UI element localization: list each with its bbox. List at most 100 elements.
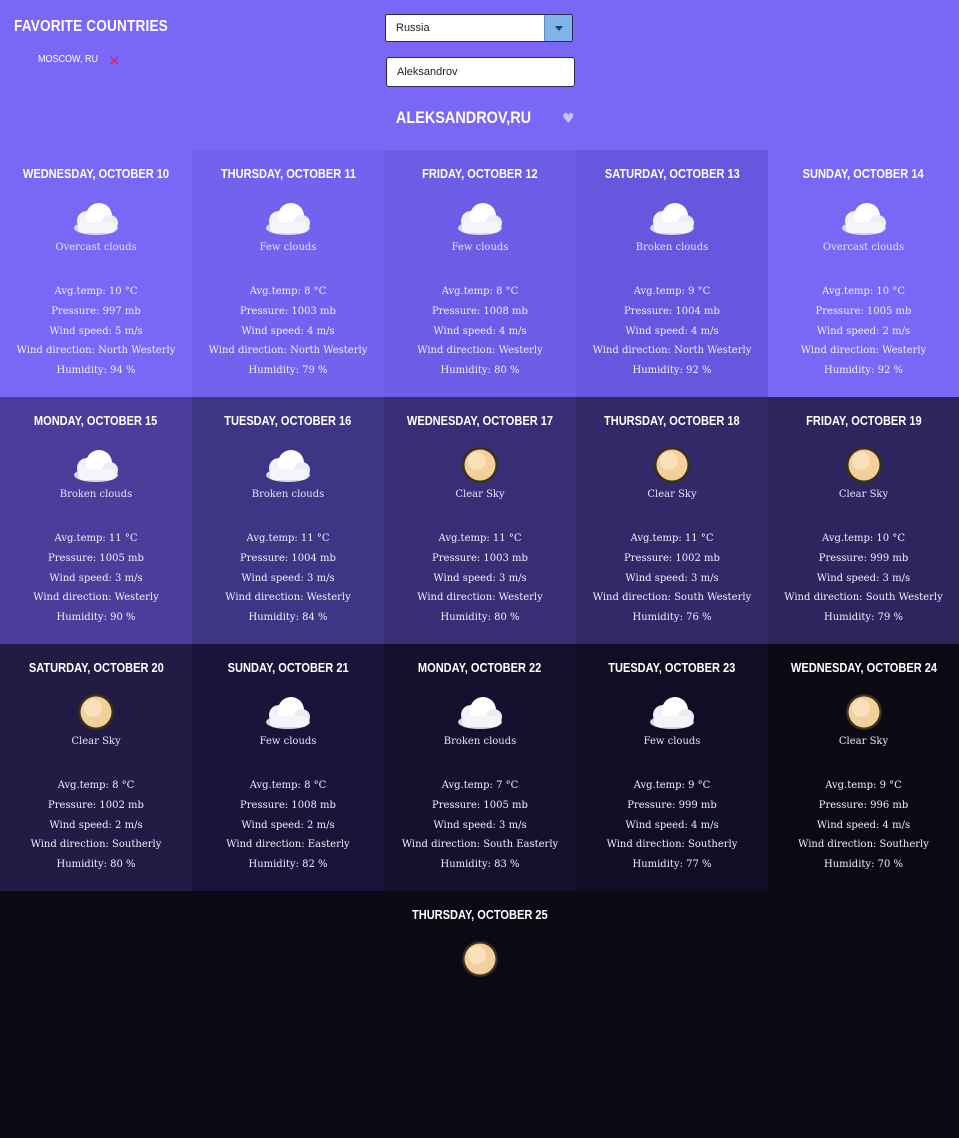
country-select-value: Russia: [396, 22, 430, 34]
weather-description: Few clouds: [643, 736, 701, 747]
avg-temp: Avg.temp: 11 °C: [438, 533, 522, 544]
cloud-icon: [192, 202, 384, 242]
humidity: Humidity: 94 %: [56, 365, 136, 377]
favorites-title: FAVORITE COUNTRIES: [14, 18, 168, 35]
wind-speed: Wind speed: 4 m/s: [433, 325, 527, 337]
forecast-day-card: SUNDAY, OCTOBER 21 Few clouds Avg.temp: 8 …: [192, 644, 384, 891]
humidity: Humidity: 76 %: [632, 612, 712, 624]
forecast-date: SUNDAY, OCTOBER 14: [768, 166, 959, 181]
wind-speed: Wind speed: 2 m/s: [49, 819, 143, 831]
pressure: Pressure: 1005 mb: [815, 305, 912, 317]
forecast-day-card: WEDNESDAY, OCTOBER 10 Overcast clouds Avg.…: [0, 150, 192, 397]
avg-temp: Avg.temp: 11 °C: [630, 533, 714, 544]
forecast-date: MONDAY, OCTOBER 22: [384, 660, 576, 675]
wind-speed: Wind speed: 4 m/s: [625, 325, 719, 337]
clear-sky-icon: [768, 692, 959, 732]
pressure: Pressure: 1005 mb: [432, 799, 528, 811]
avg-temp: Avg.temp: 9 °C: [633, 286, 711, 297]
weather-details: Avg.temp: 9 °C Pressure: 1004 mb Wind spee…: [576, 282, 768, 381]
weather-details: Avg.temp: 9 °C Pressure: 996 mb Wind speed…: [768, 776, 959, 875]
weather-details: Avg.temp: 11 °C Pressure: 1004 mb Wind spe…: [192, 529, 384, 628]
forecast-day-card: SATURDAY, OCTOBER 20 Clear Sky Avg.temp: 8…: [0, 644, 192, 891]
weather-description: Clear Sky: [647, 489, 697, 500]
weather-details: Avg.temp: 11 °C Pressure: 1005 mb Wind spe…: [0, 529, 192, 628]
country-select[interactable]: Russia: [385, 14, 573, 42]
wind-direction: Wind direction: South Easterly: [401, 839, 559, 851]
humidity: Humidity: 70 %: [823, 859, 904, 871]
humidity: Humidity: 82 %: [248, 859, 328, 871]
avg-temp: Avg.temp: 10 °C: [822, 286, 905, 297]
humidity: Humidity: 80 %: [440, 612, 520, 624]
location-title-row: ALEKSANDROV,RU ♥: [0, 108, 959, 128]
wind-speed: Wind speed: 4 m/s: [625, 819, 719, 831]
weather-details: Avg.temp: 9 °C Pressure: 999 mb Wind speed…: [576, 776, 768, 875]
wind-direction: Wind direction: Southerly: [798, 839, 929, 851]
favorite-heart-icon[interactable]: ♥: [562, 111, 575, 127]
cloud-icon: [192, 449, 384, 489]
wind-speed: Wind speed: 3 m/s: [816, 572, 911, 584]
pressure: Pressure: 996 mb: [818, 799, 909, 811]
forecast-day-card: WEDNESDAY, OCTOBER 24 Clear Sky Avg.temp: …: [768, 644, 959, 891]
humidity: Humidity: 80 %: [440, 365, 520, 377]
forecast-date: MONDAY, OCTOBER 15: [0, 413, 192, 428]
forecast-date-text: SATURDAY, OCTOBER 20: [28, 660, 164, 675]
wind-direction: Wind direction: Southerly: [30, 839, 162, 851]
humidity: Humidity: 79 %: [823, 612, 904, 624]
forecast-date-text: FRIDAY, OCTOBER 12: [422, 166, 538, 181]
weather-description: Clear Sky: [838, 736, 889, 747]
humidity: Humidity: 80 %: [56, 859, 136, 871]
cloud-icon: [0, 449, 192, 489]
forecast-day-card: FRIDAY, OCTOBER 12 Few clouds Avg.temp: 8 …: [384, 150, 576, 397]
cloud-icon: [0, 202, 192, 242]
forecast-day-card: SATURDAY, OCTOBER 13 Broken clouds Avg.tem…: [576, 150, 768, 397]
pressure: Pressure: 999 mb: [818, 552, 909, 564]
humidity: Humidity: 92 %: [632, 365, 712, 377]
city-input[interactable]: [386, 57, 575, 87]
pressure: Pressure: 1004 mb: [240, 552, 336, 564]
forecast-date-text: TUESDAY, OCTOBER 16: [224, 413, 352, 428]
forecast-day-card: THURSDAY, OCTOBER 18 Clear Sky Avg.temp: 1…: [576, 397, 768, 644]
forecast-date-text: MONDAY, OCTOBER 22: [418, 660, 542, 675]
pressure: Pressure: 997 mb: [51, 305, 141, 317]
pressure: Pressure: 1008 mb: [240, 799, 336, 811]
forecast-date: SATURDAY, OCTOBER 13: [576, 166, 768, 181]
avg-temp: Avg.temp: 8 °C: [249, 286, 327, 297]
forecast-date-text: SUNDAY, OCTOBER 21: [227, 660, 349, 675]
cloud-icon: [576, 202, 768, 242]
humidity: Humidity: 77 %: [632, 859, 712, 871]
wind-speed: Wind speed: 3 m/s: [433, 572, 527, 584]
forecast-day-card: TUESDAY, OCTOBER 16 Broken clouds Avg.temp…: [192, 397, 384, 644]
forecast-date-text: SATURDAY, OCTOBER 13: [604, 166, 740, 181]
forecast-date: THURSDAY, OCTOBER 18: [576, 413, 768, 428]
weather-details: Avg.temp: 10 °C Pressure: 999 mb Wind spee…: [768, 529, 959, 628]
weather-details: Avg.temp: 11 °C Pressure: 1003 mb Wind spe…: [384, 529, 576, 628]
avg-temp: Avg.temp: 11 °C: [54, 533, 138, 544]
favorite-item-label[interactable]: MOSCOW, RU: [38, 54, 98, 65]
forecast-date-text: FRIDAY, OCTOBER 19: [805, 413, 922, 428]
avg-temp: Avg.temp: 8 °C: [441, 286, 519, 297]
weather-details: Avg.temp: 8 °C Pressure: 1002 mb Wind spee…: [0, 776, 192, 875]
wind-direction: Wind direction: Westerly: [417, 345, 543, 357]
weather-description: Few clouds: [259, 242, 317, 253]
weather-description: Broken clouds: [635, 242, 709, 253]
avg-temp: Avg.temp: 11 °C: [246, 533, 330, 544]
weather-description: Broken clouds: [443, 736, 517, 747]
cloud-icon: [576, 696, 768, 736]
remove-favorite-icon[interactable]: ✕: [108, 52, 121, 70]
weather-details: Avg.temp: 8 °C Pressure: 1003 mb Wind spee…: [192, 282, 384, 381]
weather-description: Clear Sky: [455, 489, 505, 500]
forecast-day-card: MONDAY, OCTOBER 22 Broken clouds Avg.temp:…: [384, 644, 576, 891]
weather-description: Broken clouds: [59, 489, 133, 500]
forecast-date-text: TUESDAY, OCTOBER 23: [608, 660, 736, 675]
wind-direction: Wind direction: South Westerly: [784, 592, 943, 604]
chevron-down-icon[interactable]: [544, 15, 572, 41]
forecast-date: WEDNESDAY, OCTOBER 17: [384, 413, 576, 428]
wind-direction: Wind direction: Westerly: [33, 592, 159, 604]
forecast-date: WEDNESDAY, OCTOBER 24: [768, 660, 959, 675]
wind-speed: Wind speed: 3 m/s: [241, 572, 335, 584]
wind-direction: Wind direction: Southerly: [606, 839, 738, 851]
forecast-date: TUESDAY, OCTOBER 16: [192, 413, 384, 428]
wind-direction: Wind direction: Easterly: [226, 839, 350, 851]
wind-speed: Wind speed: 3 m/s: [625, 572, 719, 584]
forecast-date: THURSDAY, OCTOBER 25: [0, 907, 959, 922]
